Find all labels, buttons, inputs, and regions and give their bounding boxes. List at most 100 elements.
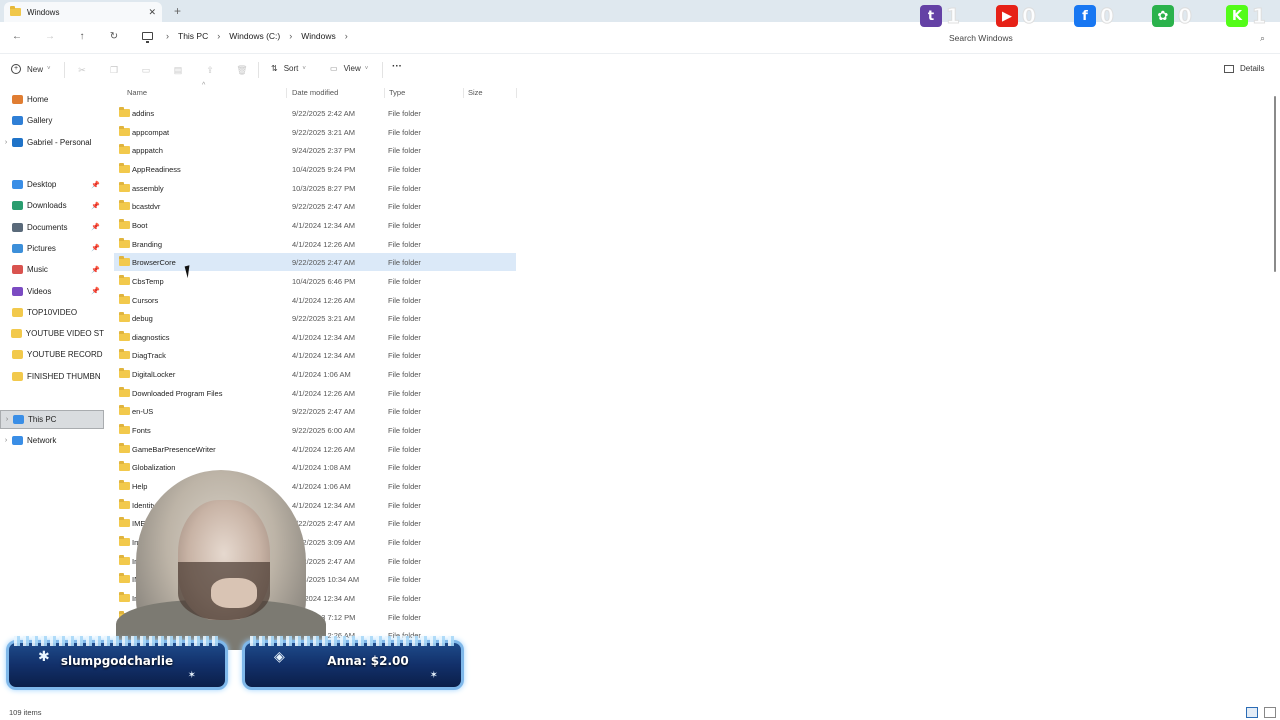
- file-row[interactable]: addins 9/22/2025 2:42 AM File folder: [114, 104, 516, 122]
- webcam-hand: [211, 578, 257, 608]
- chevron-right-icon[interactable]: ›: [0, 139, 12, 146]
- sidebar-item-gallery[interactable]: Gallery: [0, 111, 104, 130]
- rename-icon[interactable]: ▤: [172, 64, 184, 76]
- file-row[interactable]: apppatch 9/24/2025 2:37 PM File folder: [114, 141, 516, 159]
- details-pane-icon: [1224, 64, 1234, 73]
- folder-icon: [119, 442, 130, 453]
- more-options-button[interactable]: ···: [392, 61, 402, 72]
- chevron-right-icon[interactable]: ›: [166, 31, 169, 41]
- paste-icon[interactable]: ▭: [140, 64, 152, 76]
- column-header-name[interactable]: Name: [127, 88, 147, 97]
- sidebar-item-documents[interactable]: Documents 📌: [0, 218, 104, 237]
- column-divider[interactable]: [286, 88, 287, 98]
- column-divider[interactable]: [384, 88, 385, 98]
- chevron-right-icon[interactable]: ›: [217, 31, 220, 41]
- file-type: File folder: [388, 295, 421, 305]
- sidebar-item-top10video[interactable]: TOP10VIDEO: [0, 303, 104, 322]
- icicles-decoration: [14, 636, 220, 646]
- delete-icon[interactable]: 🗑: [236, 64, 248, 76]
- column-header-date[interactable]: Date modified: [292, 88, 338, 97]
- chevron-right-icon[interactable]: ›: [345, 31, 348, 41]
- file-row[interactable]: AppReadiness 10/4/2025 9:24 PM File folder: [114, 160, 516, 178]
- file-row[interactable]: Fonts 9/22/2025 6:00 AM File folder: [114, 421, 516, 439]
- sidebar-item-finished-thumbn[interactable]: FINISHED THUMBN: [0, 367, 104, 386]
- copy-icon[interactable]: ❐: [108, 64, 120, 76]
- social-counter: ✿ 0: [1152, 3, 1192, 29]
- chevron-right-icon[interactable]: ›: [0, 437, 12, 444]
- chevron-right-icon[interactable]: ›: [289, 31, 292, 41]
- details-button[interactable]: Details: [1224, 64, 1264, 73]
- sidebar-item-home[interactable]: Home: [0, 90, 104, 109]
- sidebar-item-youtube-video-st[interactable]: YOUTUBE VIDEO ST: [0, 324, 104, 343]
- chevron-right-icon[interactable]: ›: [1, 416, 13, 423]
- scrollbar-thumb[interactable]: [1274, 96, 1276, 272]
- up-arrow-icon[interactable]: ↑: [75, 30, 89, 44]
- refresh-icon[interactable]: ↻: [107, 30, 121, 44]
- file-date-modified: 9/22/2025 2:47 AM: [292, 202, 355, 212]
- file-row[interactable]: bcastdvr 9/22/2025 2:47 AM File folder: [114, 197, 516, 215]
- sidebar-item-label: Desktop: [27, 180, 57, 189]
- pin-icon[interactable]: 📌: [91, 287, 100, 295]
- gallery-icon: [12, 116, 23, 126]
- file-row[interactable]: assembly 10/3/2025 8:27 PM File folder: [114, 179, 516, 197]
- file-type: File folder: [388, 183, 421, 193]
- file-row[interactable]: debug 9/22/2025 3:21 AM File folder: [114, 309, 516, 327]
- new-button[interactable]: + New ˅: [11, 64, 51, 74]
- breadcrumb-windows[interactable]: Windows: [301, 31, 335, 41]
- sidebar-item-pictures[interactable]: Pictures 📌: [0, 239, 104, 258]
- details-view-icon[interactable]: [1246, 707, 1258, 718]
- file-type: File folder: [388, 276, 421, 286]
- column-divider[interactable]: [516, 88, 517, 98]
- sidebar-item-videos[interactable]: Videos 📌: [0, 282, 104, 301]
- folder-icon: [119, 368, 130, 379]
- file-row[interactable]: CbsTemp 10/4/2025 6:46 PM File folder: [114, 272, 516, 290]
- file-row[interactable]: diagnostics 4/1/2024 12:34 AM File folder: [114, 328, 516, 346]
- sidebar-item-downloads[interactable]: Downloads 📌: [0, 196, 104, 215]
- back-arrow-icon[interactable]: ←: [10, 30, 24, 44]
- breadcrumb-c-drive[interactable]: Windows (C:): [229, 31, 280, 41]
- pin-icon[interactable]: 📌: [91, 244, 100, 252]
- sidebar-item-music[interactable]: Music 📌: [0, 260, 104, 279]
- sidebar-item-this-pc[interactable]: › This PC: [0, 410, 104, 429]
- new-tab-button[interactable]: +: [174, 4, 181, 18]
- search-input[interactable]: Search Windows ⌕: [941, 28, 1271, 48]
- file-row[interactable]: GameBarPresenceWriter 4/1/2024 12:26 AM Fi…: [114, 440, 516, 458]
- pin-icon[interactable]: 📌: [91, 202, 100, 210]
- share-icon[interactable]: ⇪: [204, 64, 216, 76]
- view-button[interactable]: ▭ View ˅: [330, 64, 368, 73]
- cut-icon[interactable]: ✂: [76, 64, 88, 76]
- file-date-modified: 4/1/2024 12:34 AM: [292, 332, 355, 342]
- file-row[interactable]: DiagTrack 4/1/2024 12:34 AM File folder: [114, 346, 516, 364]
- sidebar-item-youtube-record[interactable]: YOUTUBE RECORD: [0, 345, 104, 364]
- file-row[interactable]: DigitalLocker 4/1/2024 1:06 AM File folder: [114, 365, 516, 383]
- sort-button[interactable]: ⇅ Sort ˅: [271, 64, 306, 73]
- file-row[interactable]: Cursors 4/1/2024 12:26 AM File folder: [114, 291, 516, 309]
- follower-name: slumpgodcharlie: [60, 654, 174, 668]
- tiles-view-icon[interactable]: [1264, 707, 1276, 718]
- column-header-size[interactable]: Size: [468, 88, 483, 97]
- sidebar-item-desktop[interactable]: Desktop 📌: [0, 175, 104, 194]
- file-name: addins: [132, 109, 155, 118]
- file-row[interactable]: Downloaded Program Files 4/1/2024 12:26 A…: [114, 384, 516, 402]
- follower-banner: ✱ ✶ slumpgodcharlie: [6, 636, 228, 694]
- column-divider[interactable]: [463, 88, 464, 98]
- pin-icon[interactable]: 📌: [91, 266, 100, 274]
- forward-arrow-icon[interactable]: →: [43, 30, 57, 44]
- file-row[interactable]: Branding 4/1/2024 12:26 AM File folder: [114, 235, 516, 253]
- file-name: bcastdvr: [132, 202, 161, 212]
- breadcrumb-this-pc[interactable]: This PC: [178, 31, 208, 41]
- pin-icon[interactable]: 📌: [91, 223, 100, 231]
- sidebar-item-network[interactable]: › Network: [0, 431, 104, 450]
- file-row[interactable]: Boot 4/1/2024 12:34 AM File folder: [114, 216, 516, 234]
- column-header-type[interactable]: Type: [389, 88, 405, 97]
- sidebar-item-gabriel-personal[interactable]: › Gabriel - Personal: [0, 133, 104, 152]
- tab-windows[interactable]: Windows ✕: [4, 2, 162, 22]
- pin-icon[interactable]: 📌: [91, 181, 100, 189]
- close-tab-icon[interactable]: ✕: [148, 7, 156, 18]
- file-row[interactable]: BrowserCore 9/22/2025 2:47 AM File folder: [114, 253, 516, 272]
- file-row[interactable]: en-US 9/22/2025 2:47 AM File folder: [114, 402, 516, 420]
- social-counter: f0: [1074, 3, 1114, 29]
- details-label: Details: [1240, 64, 1265, 73]
- monitor-icon[interactable]: [142, 32, 153, 43]
- file-row[interactable]: appcompat 9/22/2025 3:21 AM File folder: [114, 123, 516, 141]
